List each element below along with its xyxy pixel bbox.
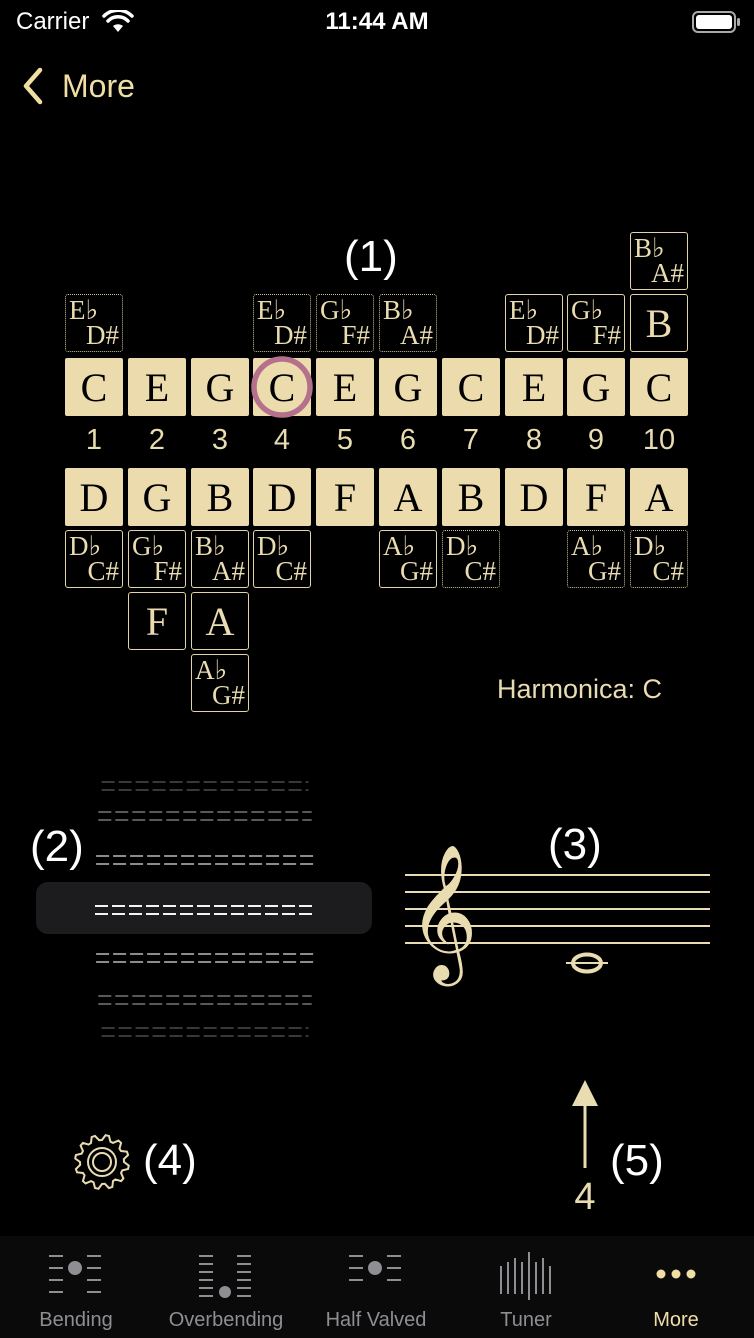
blow-bend-note[interactable]: B [630, 294, 688, 352]
draw-note[interactable]: D [65, 468, 123, 526]
hole-number: 8 [525, 424, 543, 456]
blow-bend-note[interactable]: B♭ A# [379, 294, 437, 352]
blow-note[interactable]: C [442, 358, 500, 416]
tab-bending[interactable]: Bending [1, 1236, 151, 1338]
bending-icon [49, 1255, 101, 1293]
tab-half-valved[interactable]: Half Valved [301, 1236, 451, 1338]
music-staff: 𝄞 [405, 842, 710, 986]
label-5: (5) [610, 1136, 664, 1185]
draw-bend-note[interactable]: F [128, 592, 186, 650]
draw-bend-note[interactable]: D♭ C# [442, 530, 500, 588]
draw-bend-note[interactable]: D♭ C# [630, 530, 688, 588]
draw-note[interactable]: A [379, 468, 437, 526]
arrow-up-icon [572, 1080, 598, 1168]
tab-label: Bending [39, 1309, 113, 1331]
draw-note[interactable]: F [567, 468, 625, 526]
tab-label: Half Valved [325, 1309, 427, 1331]
more-icon [656, 1269, 696, 1279]
blow-bend-note[interactable]: G♭ F# [567, 294, 625, 352]
blow-note[interactable]: G [191, 358, 249, 416]
label-4: (4) [143, 1136, 197, 1185]
tab-label: More [653, 1309, 699, 1331]
blow-note[interactable]: C [630, 358, 688, 416]
draw-note[interactable]: D [253, 468, 311, 526]
blow-note[interactable]: G [567, 358, 625, 416]
hole-number: 5 [336, 424, 354, 456]
arrow-hole-number: 4 [574, 1176, 596, 1218]
draw-note[interactable]: B [191, 468, 249, 526]
selected-hole-ring [251, 356, 313, 418]
blow-bend-note[interactable]: B♭ A# [630, 232, 688, 290]
overbending-icon [199, 1255, 251, 1298]
tab-tuner[interactable]: Tuner [451, 1236, 601, 1338]
blow-note[interactable]: E [128, 358, 186, 416]
harmonica-chart: C 1 D E♭ D# D♭ C# E 2 G G♭ F# F G 3 B B♭ A# A A♭ G# C 4 D E♭ D# D♭… [0, 0, 754, 760]
draw-bend-note[interactable]: D♭ C# [253, 530, 311, 588]
hole-number: 2 [148, 424, 166, 456]
tuner-icon [500, 1252, 551, 1300]
blow-bend-note[interactable]: E♭ D# [505, 294, 563, 352]
blow-note[interactable]: G [379, 358, 437, 416]
draw-note[interactable]: F [316, 468, 374, 526]
draw-bend-note[interactable]: A♭ G# [567, 530, 625, 588]
blow-note[interactable]: E [505, 358, 563, 416]
hole-number: 9 [587, 424, 605, 456]
draw-bend-note[interactable]: G♭ F# [128, 530, 186, 588]
hole-number: 10 [642, 424, 676, 456]
label-2: (2) [30, 822, 84, 871]
draw-bend-note[interactable]: A♭ G# [379, 530, 437, 588]
draw-note[interactable]: D [505, 468, 563, 526]
draw-bend-note[interactable]: B♭ A# [191, 530, 249, 588]
harmonica-key-label: Harmonica: C [497, 674, 663, 704]
draw-bend-note[interactable]: A♭ G# [191, 654, 249, 712]
draw-bend-note[interactable]: A [191, 592, 249, 650]
blow-note[interactable]: E [316, 358, 374, 416]
half-valved-icon [349, 1255, 401, 1281]
draw-note[interactable]: A [630, 468, 688, 526]
hole-number: 4 [273, 424, 291, 456]
tab-overbending[interactable]: Overbending [151, 1236, 301, 1338]
tab-more[interactable]: More [601, 1236, 751, 1338]
blow-bend-note[interactable]: E♭ D# [65, 294, 123, 352]
treble-clef-icon: 𝄞 [408, 842, 478, 986]
hole-number: 7 [462, 424, 480, 456]
blow-bend-note[interactable]: G♭ F# [316, 294, 374, 352]
hole-number: 1 [85, 424, 103, 456]
draw-bend-note[interactable]: D♭ C# [65, 530, 123, 588]
tab-label: Overbending [168, 1309, 284, 1331]
tab-label: Tuner [500, 1309, 552, 1331]
hole-number: 6 [399, 424, 417, 456]
hole-picker[interactable] [90, 770, 320, 1050]
blow-bend-note[interactable]: E♭ D# [253, 294, 311, 352]
draw-note[interactable]: B [442, 468, 500, 526]
blow-note[interactable]: C [65, 358, 123, 416]
draw-note[interactable]: G [128, 468, 186, 526]
gear-icon[interactable] [72, 1132, 132, 1192]
hole-number: 3 [211, 424, 229, 456]
